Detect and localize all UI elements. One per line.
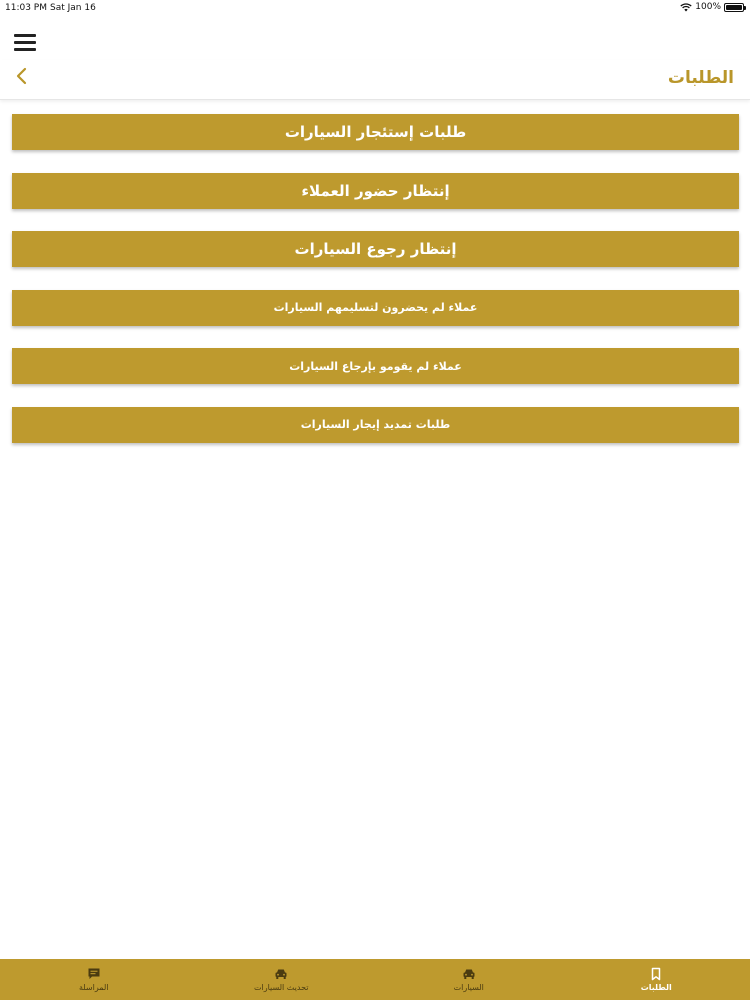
tab-bar: الطلبات السيارات تحديث السيارات المراسلة [0,959,750,1000]
tab-label: السيارات [453,983,484,992]
menu-extension-requests[interactable]: طلبات تمديد إيجار السيارات [12,406,739,443]
tab-label: الطلبات [640,983,672,992]
menu-awaiting-customers[interactable]: إنتظار حضور العملاء [12,172,739,209]
battery-icon [724,2,746,12]
hamburger-menu-icon[interactable] [14,34,36,52]
status-bar: 11:03 PM Sat Jan 16 100% [0,0,750,16]
tab-update-cars[interactable]: تحديث السيارات [188,959,376,1000]
menu-awaiting-car-return[interactable]: إنتظار رجوع السيارات [12,231,739,267]
menu-customers-no-pickup[interactable]: عملاء لم يحضرون لتسليمهم السيارات [12,289,739,326]
page-header: الطلبات [0,60,750,100]
battery-percent: 100% [695,2,721,12]
chat-icon [88,968,100,979]
chevron-left-icon[interactable] [12,66,32,86]
tab-requests[interactable]: الطلبات [563,959,750,1000]
status-right: 100% [680,2,746,12]
tab-messages[interactable]: المراسلة [0,959,188,1000]
page-title: الطلبات [667,68,734,88]
status-time: 11:03 PM [5,3,47,13]
menu-customers-no-return[interactable]: عملاء لم يقومو بإرجاع السيارات [12,348,739,384]
wifi-icon [680,2,692,11]
tab-label: المراسلة [78,983,109,992]
requests-menu: طلبات إستئجار السيارات إنتظار حضور العمل… [12,114,739,465]
battery-fill [726,4,742,10]
status-date: Sat Jan 16 [50,3,96,13]
bookmark-icon [652,967,661,981]
car-icon [463,969,475,979]
menu-rental-requests[interactable]: طلبات إستئجار السيارات [12,114,739,150]
tab-cars[interactable]: السيارات [375,959,563,1000]
car-icon [275,969,287,979]
tab-label: تحديث السيارات [254,983,309,992]
